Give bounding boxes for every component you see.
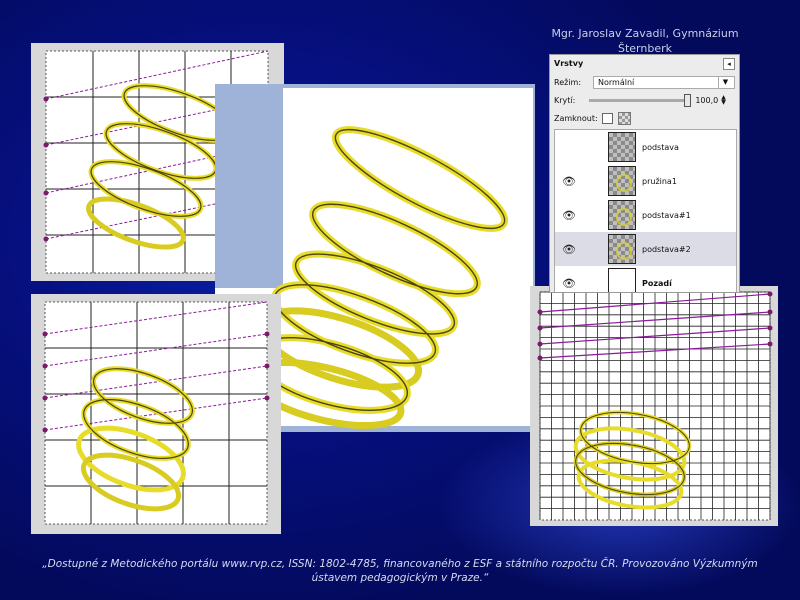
layer-row[interactable]: podstava (555, 130, 736, 164)
opacity-row: Krytí: 100,0 ▲ ▼ (550, 92, 739, 108)
layer-name: Pozadí (642, 278, 672, 288)
footer-line1: „Dostupné z Metodického portálu www.rvp.… (42, 558, 758, 570)
layer-row[interactable]: 👁 podstava#1 (555, 198, 736, 232)
layer-name: podstava (642, 142, 679, 152)
footer-line2: ústavem pedagogickým v Praze.“ (311, 572, 489, 584)
layer-thumbnail (608, 166, 636, 196)
spring-icon (616, 242, 632, 260)
spring-icon (616, 208, 632, 226)
canvas-bottomleft[interactable] (31, 294, 281, 534)
eye-icon[interactable]: 👁 (559, 243, 579, 256)
layer-name: podstava#1 (642, 210, 691, 220)
layers-title: Vrstvy (554, 59, 584, 68)
layer-list[interactable]: podstava 👁 pružina1 👁 podstava#1 👁 podstava#2 👁… (554, 129, 737, 292)
opacity-slider-handle[interactable] (684, 93, 692, 107)
layers-titlebar: Vrstvy ◂ (550, 55, 739, 72)
author-credit: Mgr. Jaroslav Zavadil, Gymnázium Šternbe… (545, 26, 745, 56)
lock-alpha-icon[interactable] (617, 111, 631, 125)
layer-name: podstava#2 (642, 244, 691, 254)
layer-thumbnail (608, 234, 636, 264)
opacity-slider[interactable] (589, 93, 692, 107)
layer-name: pružina1 (642, 176, 677, 186)
layer-thumbnail (608, 268, 636, 292)
opacity-label: Krytí: (554, 95, 576, 105)
layer-thumbnail (608, 132, 636, 162)
lock-pixels-checkbox[interactable] (601, 112, 613, 124)
mode-row: Režim: Normální ▼ (550, 74, 739, 90)
eye-icon[interactable]: 👁 (559, 209, 579, 222)
mode-value: Normální (598, 77, 635, 87)
mode-select[interactable]: Normální ▼ (593, 75, 735, 89)
chevron-down-icon: ▼ (718, 76, 732, 88)
menu-arrow-icon[interactable]: ◂ (723, 57, 735, 70)
canvas-bottomright-svg (530, 286, 778, 526)
opacity-spinner[interactable]: ▲ ▼ (721, 95, 726, 106)
spring-icon (616, 174, 632, 192)
layers-dialog: Vrstvy ◂ Režim: Normální ▼ Krytí: 100,0 … (549, 54, 740, 293)
layer-row[interactable]: 👁 Pozadí (555, 266, 736, 292)
opacity-value[interactable]: 100,0 (695, 96, 718, 105)
mode-label: Režim: (554, 77, 582, 87)
author-credit-line1: Mgr. Jaroslav Zavadil, Gymnázium (551, 27, 739, 40)
lock-row: Zamknout: (550, 110, 739, 126)
footer-citation: „Dostupné z Metodického portálu www.rvp.… (0, 557, 800, 585)
layer-row[interactable]: 👁 pružina1 (555, 164, 736, 198)
canvas-bottomleft-svg (31, 294, 281, 534)
canvas-bottomright[interactable] (530, 286, 778, 526)
eye-icon[interactable]: 👁 (559, 175, 579, 188)
eye-icon[interactable]: 👁 (559, 277, 579, 290)
layer-thumbnail (608, 200, 636, 230)
lock-label: Zamknout: (554, 113, 598, 123)
layer-row[interactable]: 👁 podstava#2 (555, 232, 736, 266)
